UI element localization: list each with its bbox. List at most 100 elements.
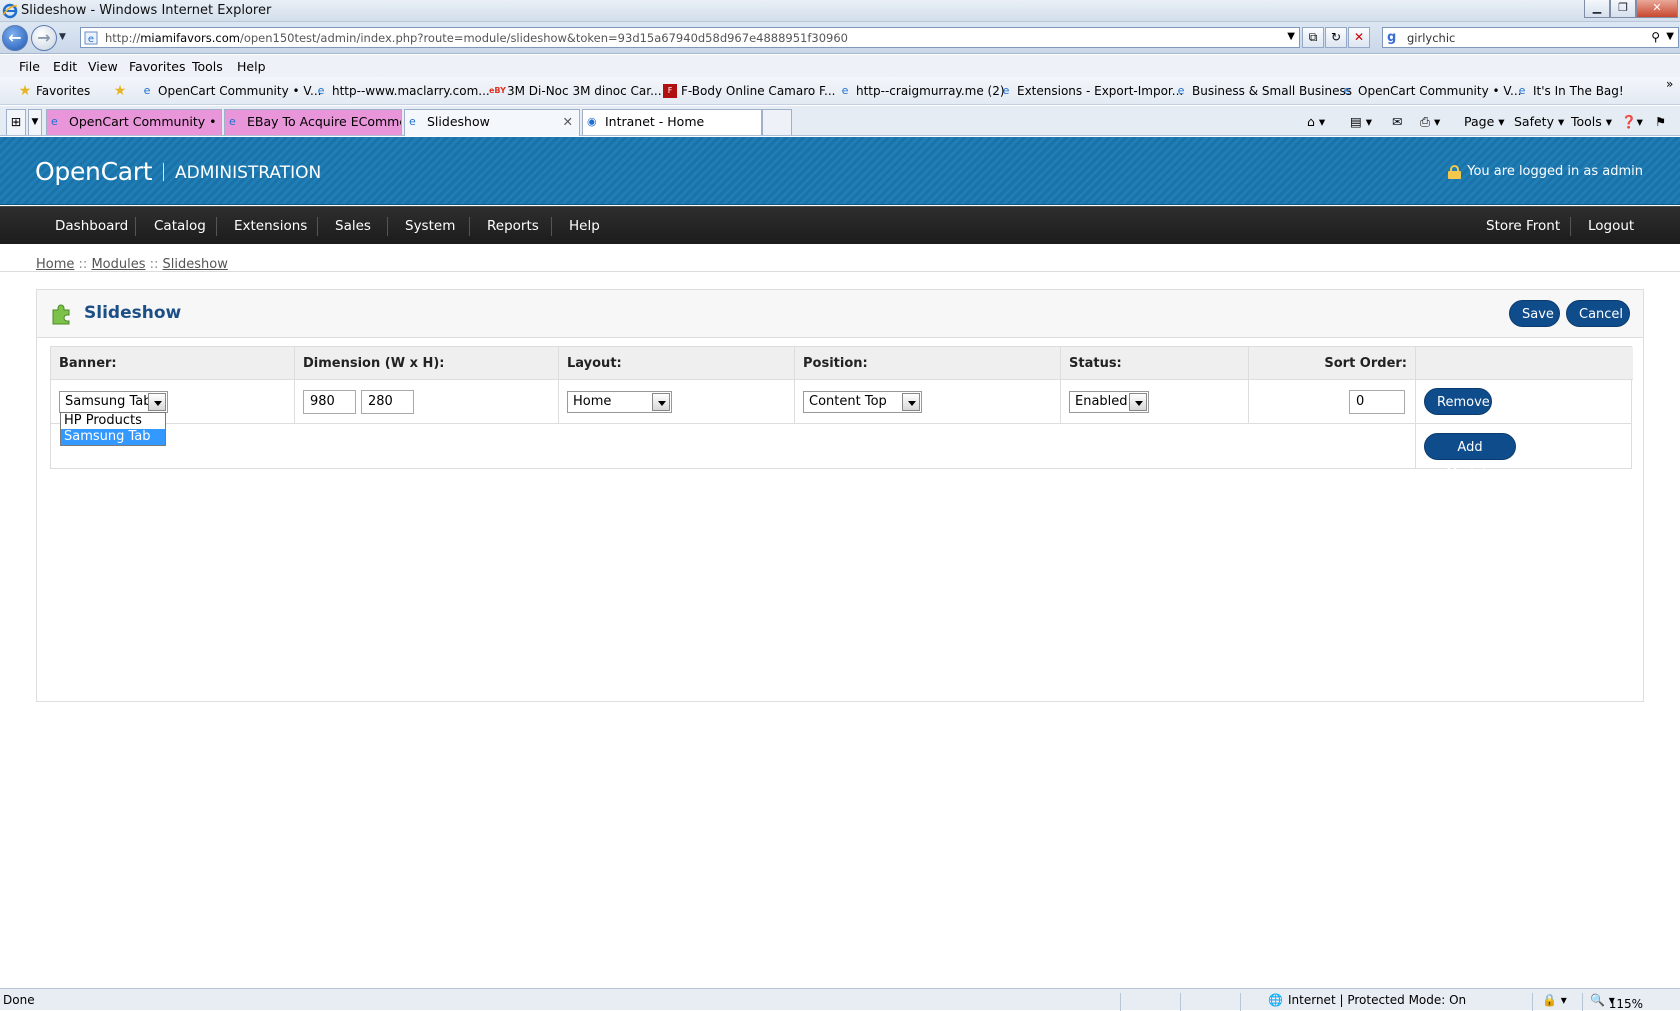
refresh-icon[interactable]: ↻: [1325, 27, 1347, 48]
width-input[interactable]: 980: [303, 390, 356, 414]
banner-option[interactable]: HP Products: [61, 413, 165, 429]
module-panel: Slideshow Save Cancel Banner: Dimension …: [36, 289, 1644, 702]
favorites-button[interactable]: ★ Favorites: [18, 84, 91, 98]
nav-sales[interactable]: Sales: [317, 207, 389, 245]
favorite-link[interactable]: e Business & Small Business: [1174, 84, 1352, 98]
nav-system[interactable]: System: [387, 207, 473, 245]
more-favorites-icon[interactable]: »: [1666, 77, 1673, 91]
recent-pages-dropdown-icon[interactable]: ▼: [59, 32, 66, 42]
status-divider: [1582, 993, 1583, 1011]
favorite-link[interactable]: e http--craigmurray.me (2): [838, 84, 1005, 98]
tab-slideshow[interactable]: e Slideshow ✕: [404, 109, 580, 136]
favorite-link[interactable]: e http--www.maclarry.com...: [314, 84, 490, 98]
save-button[interactable]: Save: [1509, 300, 1560, 327]
tools-menu[interactable]: Tools ▾: [1571, 114, 1612, 129]
menu-tools[interactable]: Tools: [192, 59, 223, 74]
new-tab-button[interactable]: [762, 109, 792, 135]
search-input[interactable]: g girlychic ⚲ ▼: [1382, 27, 1679, 48]
print-icon[interactable]: ⎙ ▾: [1420, 114, 1440, 130]
banner-options-list: HP Products Samsung Tab: [60, 412, 166, 446]
tab-list-dropdown-icon[interactable]: ▼: [28, 109, 42, 135]
search-dropdown-icon[interactable]: ▼: [1666, 31, 1674, 42]
col-actions: [1416, 347, 1633, 380]
favorite-link[interactable]: e OpenCart Community • V...: [1340, 84, 1522, 98]
back-button[interactable]: ←: [2, 25, 28, 51]
module-puzzle-icon: [49, 302, 73, 329]
compatibility-view-icon[interactable]: ⧉: [1302, 27, 1324, 48]
search-icon[interactable]: ⚲: [1651, 30, 1660, 44]
close-tab-icon[interactable]: ✕: [563, 110, 573, 134]
nav-help[interactable]: Help: [551, 207, 618, 245]
cancel-button[interactable]: Cancel: [1566, 300, 1630, 327]
ie-page-icon: e: [51, 115, 58, 128]
menu-favorites[interactable]: Favorites: [129, 59, 185, 74]
nav-catalog[interactable]: Catalog: [136, 207, 224, 245]
logo-divider: [163, 163, 164, 181]
protected-mode-icon[interactable]: 🔒 ▾: [1542, 993, 1567, 1007]
breadcrumb-modules[interactable]: Modules: [91, 257, 145, 272]
address-input[interactable]: e http://miamifavors.com/open150test/adm…: [80, 27, 1300, 48]
favorite-link[interactable]: eBY 3M Di-Noc 3M dinoc Car...: [489, 84, 662, 98]
banner-option-selected[interactable]: Samsung Tab: [61, 429, 165, 445]
stop-icon[interactable]: ✕: [1348, 27, 1370, 48]
quick-tabs-icon[interactable]: ⊞: [6, 109, 26, 135]
close-window-button[interactable]: ✕: [1636, 0, 1678, 18]
lock-icon: [1448, 164, 1462, 179]
restore-button[interactable]: ❐: [1610, 0, 1636, 18]
favorite-link[interactable]: F F-Body Online Camaro F...: [663, 84, 835, 98]
status-bar: Done 🌐 Internet | Protected Mode: On 🔒 ▾…: [0, 988, 1680, 1011]
page-menu[interactable]: Page ▾: [1464, 114, 1505, 129]
breadcrumb-slideshow[interactable]: Slideshow: [163, 257, 228, 272]
zoom-level[interactable]: 🔍 115% ▾: [1590, 993, 1643, 1011]
breadcrumb-home[interactable]: Home: [36, 257, 74, 272]
dropdown-arrow-icon: [902, 393, 920, 411]
security-zone[interactable]: Internet | Protected Mode: On: [1288, 993, 1466, 1007]
favorite-link[interactable]: e It's In The Bag!: [1515, 84, 1624, 98]
logged-in-text: You are logged in as admin: [1467, 164, 1643, 179]
menu-edit[interactable]: Edit: [53, 59, 77, 74]
menu-view[interactable]: View: [88, 59, 118, 74]
menu-help[interactable]: Help: [237, 59, 266, 74]
nav-reports[interactable]: Reports: [469, 207, 557, 245]
admin-header: OpenCart ADMINISTRATION You are logged i…: [0, 137, 1680, 205]
research-icon[interactable]: ⚑: [1655, 114, 1666, 129]
height-input[interactable]: 280: [361, 390, 414, 414]
read-mail-icon[interactable]: ✉: [1392, 114, 1402, 129]
opencart-logo[interactable]: OpenCart: [35, 157, 153, 186]
safety-menu[interactable]: Safety ▾: [1514, 114, 1564, 129]
feeds-icon[interactable]: ▤ ▾: [1350, 114, 1372, 129]
nav-extensions[interactable]: Extensions: [216, 207, 325, 245]
tab-intranet-home[interactable]: ◉ Intranet - Home: [582, 109, 762, 135]
ie-page-icon: e: [229, 115, 236, 128]
ie-page-icon: e: [1002, 84, 1010, 97]
status-divider: [1532, 993, 1533, 1011]
minimize-button[interactable]: ▁: [1584, 0, 1610, 18]
nav-store-front[interactable]: Store Front: [1468, 207, 1578, 245]
window-title: Slideshow - Windows Internet Explorer: [21, 3, 272, 18]
tab-opencart-community[interactable]: e OpenCart Community • P...: [46, 109, 222, 135]
banner-select[interactable]: Samsung Tab: [59, 391, 168, 413]
window-titlebar: Slideshow - Windows Internet Explorer ▁ …: [0, 0, 1680, 22]
sort-order-input[interactable]: 0: [1349, 390, 1405, 414]
menu-file[interactable]: File: [19, 59, 40, 74]
tab-ebay-acquire[interactable]: e EBay To Acquire EComme...: [224, 109, 402, 135]
address-dropdown-icon[interactable]: ▼: [1287, 31, 1295, 42]
home-icon[interactable]: ⌂ ▾: [1307, 114, 1325, 129]
favorite-link[interactable]: e Extensions - Export-Impor...: [999, 84, 1184, 98]
remove-button[interactable]: Remove: [1424, 388, 1492, 415]
add-module-button[interactable]: Add Module: [1424, 433, 1516, 482]
nav-dashboard[interactable]: Dashboard: [37, 207, 146, 245]
forward-button[interactable]: →: [31, 25, 57, 51]
cell-divider: [1248, 380, 1249, 423]
layout-select[interactable]: Home: [567, 391, 672, 413]
nav-logout[interactable]: Logout: [1570, 207, 1652, 245]
page-icon: e: [84, 31, 98, 48]
favorite-link[interactable]: e OpenCart Community • V...: [140, 84, 322, 98]
main-nav: Dashboard Catalog Extensions Sales Syste…: [0, 206, 1680, 244]
ie-page-icon: e: [317, 84, 325, 97]
help-icon[interactable]: ❓▾: [1621, 114, 1643, 130]
position-select[interactable]: Content Top: [803, 391, 922, 413]
ie-page-icon: e: [143, 84, 151, 97]
status-select[interactable]: Enabled: [1069, 391, 1149, 413]
add-favorite-icon[interactable]: ★: [113, 84, 127, 98]
